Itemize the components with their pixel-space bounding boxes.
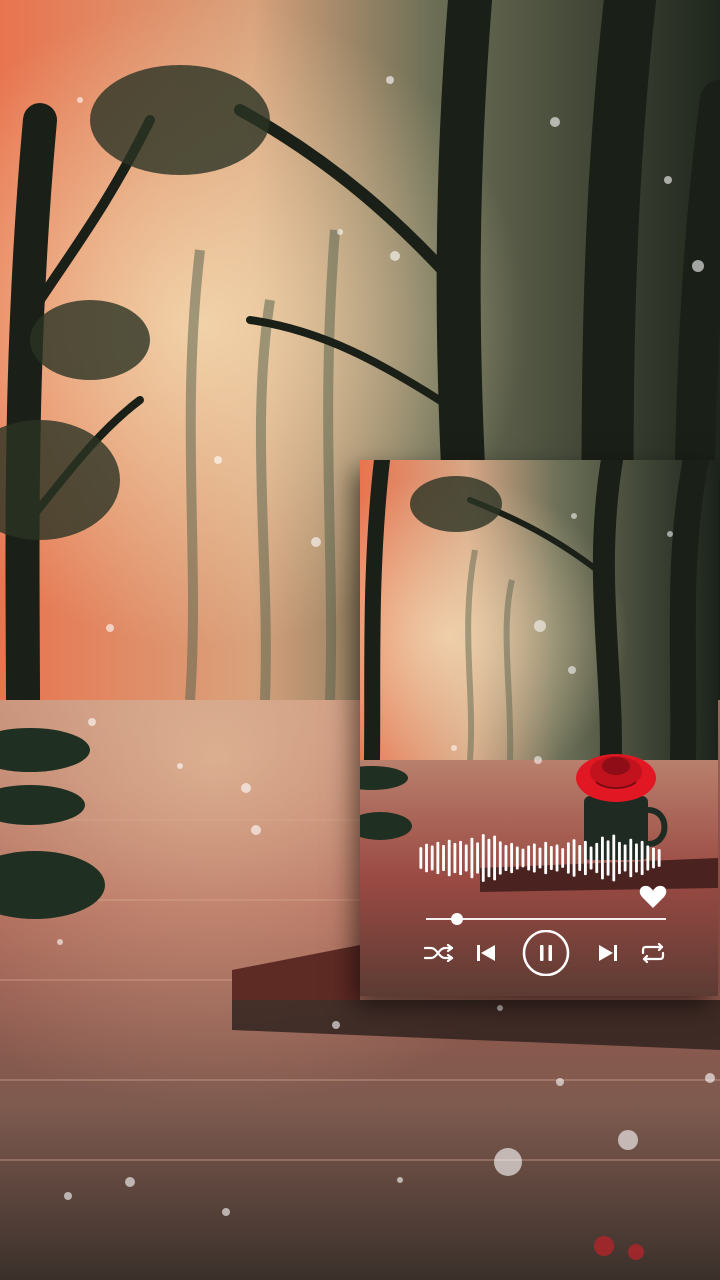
waveform-bar: [561, 848, 565, 868]
skip-next-icon: [599, 945, 617, 961]
waveform-bar: [623, 844, 627, 872]
waveform-bar: [618, 841, 621, 875]
previous-button[interactable]: [470, 937, 502, 969]
waveform-bar: [419, 847, 423, 869]
waveform-bar: [612, 834, 616, 882]
pause-icon: [522, 930, 570, 976]
waveform-bar: [470, 837, 474, 879]
waveform-bar: [657, 849, 661, 867]
waveform-bar: [521, 848, 525, 868]
waveform-bar: [504, 845, 508, 871]
repeat-button[interactable]: [636, 937, 670, 969]
shuffle-button[interactable]: [422, 937, 456, 969]
playback-controls: [422, 930, 672, 976]
waveform-bar: [459, 840, 462, 876]
waveform-bar: [538, 847, 542, 869]
progress-knob[interactable]: [451, 913, 464, 925]
waveform-bar: [481, 834, 485, 882]
audio-waveform: [419, 834, 661, 882]
waveform-bar: [646, 845, 650, 871]
waveform-bar: [601, 836, 604, 880]
waveform-bar: [493, 835, 497, 881]
waveform-bar: [447, 839, 451, 877]
waveform-bar: [652, 847, 655, 869]
waveform-bar: [544, 841, 548, 875]
waveform-bar: [566, 842, 570, 874]
music-player-card: [360, 460, 718, 996]
waveform-bar: [510, 842, 514, 874]
waveform-bar: [476, 842, 479, 874]
waveform-bar: [555, 844, 559, 872]
heart-icon: [639, 885, 667, 908]
play-pause-button[interactable]: [522, 930, 570, 976]
shuffle-icon: [424, 944, 454, 962]
skip-previous-icon: [477, 945, 495, 961]
waveform-bar: [430, 845, 434, 871]
waveform-bar: [635, 843, 638, 873]
progress-slider[interactable]: [426, 912, 666, 926]
waveform-bar: [595, 842, 599, 874]
waveform-bar: [578, 845, 582, 871]
waveform-bar: [640, 840, 644, 876]
waveform-bar: [442, 845, 445, 871]
next-button[interactable]: [592, 937, 624, 969]
waveform-bar: [425, 843, 428, 873]
waveform-bar: [487, 838, 491, 878]
waveform-bar: [515, 846, 519, 870]
waveform-bar: [589, 846, 593, 870]
waveform-bar: [606, 840, 610, 876]
waveform-bar: [436, 841, 440, 875]
waveform-bar: [572, 839, 576, 877]
waveform-bar: [549, 846, 553, 870]
waveform-bar: [464, 844, 468, 872]
repeat-icon: [641, 943, 665, 963]
waveform-bar: [453, 842, 457, 874]
waveform-bar: [629, 838, 633, 878]
waveform-bar: [532, 843, 536, 873]
waveform-bar: [527, 845, 531, 871]
like-button[interactable]: [638, 884, 668, 910]
waveform-bar: [583, 840, 587, 876]
waveform-bar: [498, 841, 502, 875]
